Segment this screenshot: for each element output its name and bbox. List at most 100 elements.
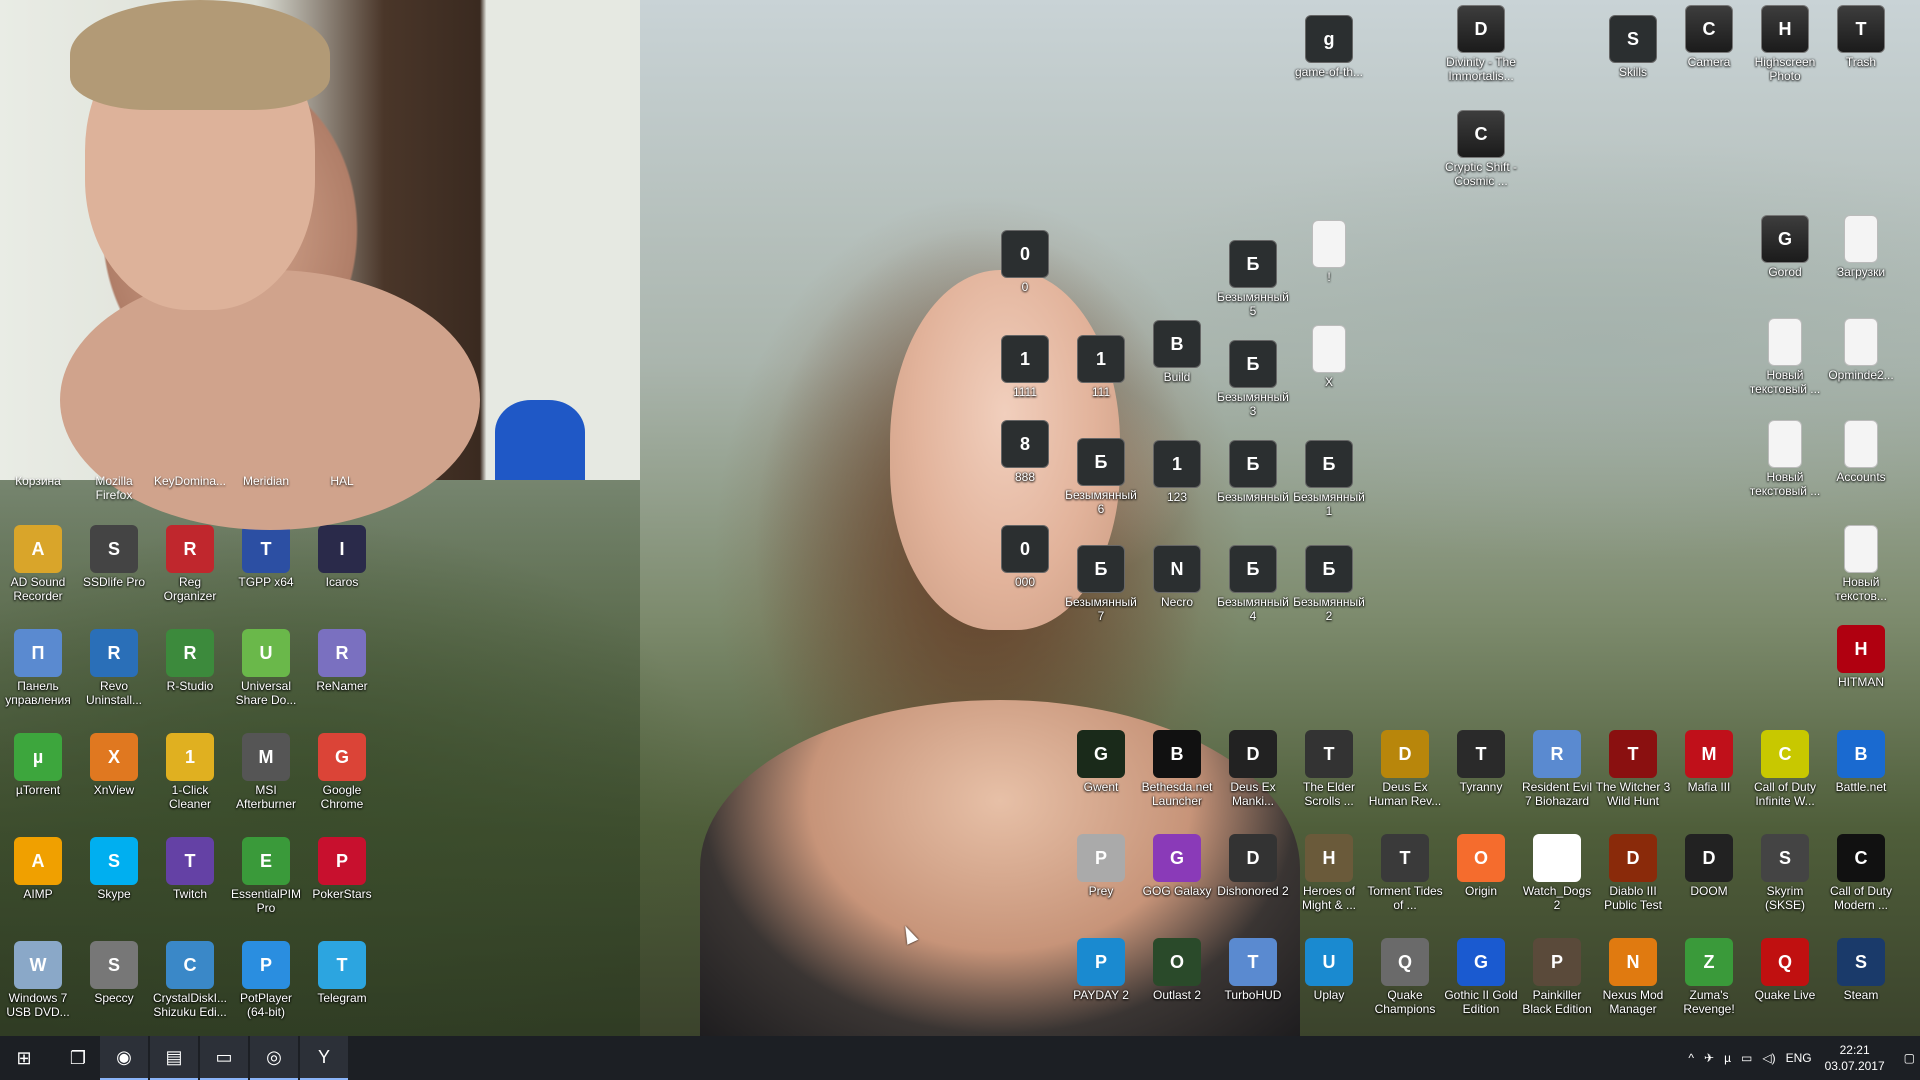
firefox-icon[interactable]: ◉ [100, 1036, 148, 1080]
desktop-icon[interactable]: T TGPP x64 [228, 525, 304, 589]
volume-icon[interactable]: ◁) [1762, 1051, 1775, 1065]
desktop-icon-label[interactable]: KeyDomina... [152, 474, 228, 488]
desktop-icon[interactable]: T Telegram [304, 941, 380, 1005]
desktop-icon[interactable]: C Cryptic Shift - Cosmic ... [1443, 110, 1519, 188]
desktop-icon[interactable]: Новый текстов... [1823, 525, 1899, 603]
yandex-icon[interactable]: Y [300, 1036, 348, 1080]
desktop-icon[interactable]: X XnView [76, 733, 152, 797]
desktop-icon[interactable]: C CrystalDiskI... Shizuku Edi... [152, 941, 228, 1019]
task-view-icon[interactable]: ❐ [54, 1036, 102, 1080]
desktop-icon[interactable]: 1 1111 [987, 335, 1063, 399]
desktop-icon[interactable]: D Divinity - The Immortalis... [1443, 5, 1519, 83]
desktop-icon[interactable]: T Twitch [152, 837, 228, 901]
desktop-icon[interactable]: D Dishonored 2 [1215, 834, 1291, 898]
action-center-icon[interactable]: ▢ [1904, 1051, 1915, 1065]
desktop-icon[interactable]: W Watch_Dogs 2 [1519, 834, 1595, 912]
desktop-icon[interactable]: U Universal Share Do... [228, 629, 304, 707]
desktop-icon[interactable]: R Resident Evil 7 Biohazard [1519, 730, 1595, 808]
desktop-icon[interactable]: G Gorod [1747, 215, 1823, 279]
desktop-icon[interactable]: M MSI Afterburner [228, 733, 304, 811]
desktop-icon[interactable]: T TurboHUD [1215, 938, 1291, 1002]
desktop-icon[interactable]: D Diablo III Public Test [1595, 834, 1671, 912]
desktop-icon[interactable]: I Icaros [304, 525, 380, 589]
desktop-icon-label[interactable]: Meridian [228, 474, 304, 488]
telegram-tray-icon[interactable]: ✈ [1704, 1051, 1714, 1065]
desktop-icon[interactable]: Opminde2... [1823, 318, 1899, 382]
desktop-icon[interactable]: Б Безымянный 7 [1063, 545, 1139, 623]
desktop-icon[interactable]: D DOOM [1671, 834, 1747, 898]
desktop-icon[interactable]: Б Безымянный 4 [1215, 545, 1291, 623]
desktop-icon[interactable]: T Tyranny [1443, 730, 1519, 794]
desktop-icon[interactable]: Z Zuma's Revenge! [1671, 938, 1747, 1016]
desktop-icon[interactable]: S SSDlife Pro [76, 525, 152, 589]
desktop-icon[interactable]: S Speccy [76, 941, 152, 1005]
obs-icon[interactable]: ◎ [250, 1036, 298, 1080]
desktop-icon[interactable]: P Painkiller Black Edition [1519, 938, 1595, 1016]
desktop-icon[interactable]: Б Безымянный [1215, 440, 1291, 504]
desktop-icon[interactable]: R Revo Uninstall... [76, 629, 152, 707]
desktop-icon[interactable]: Б Безымянный 1 [1291, 440, 1367, 518]
desktop-icon[interactable]: G Gothic II Gold Edition [1443, 938, 1519, 1016]
desktop-icon[interactable]: D Deus Ex Manki... [1215, 730, 1291, 808]
desktop-icon[interactable]: Новый текстовый ... [1747, 420, 1823, 498]
desktop-icon[interactable]: P PokerStars [304, 837, 380, 901]
desktop-icon[interactable]: U Uplay [1291, 938, 1367, 1002]
desktop-icon[interactable]: P Prey [1063, 834, 1139, 898]
desktop-icon[interactable]: O Origin [1443, 834, 1519, 898]
desktop-icon[interactable]: 1 123 [1139, 440, 1215, 504]
desktop-icon[interactable]: M Mafia III [1671, 730, 1747, 794]
desktop-icon[interactable]: H Heroes of Might & ... [1291, 834, 1367, 912]
desktop-icon[interactable]: A AIMP [0, 837, 76, 901]
desktop-icon-label[interactable]: Корзина [0, 474, 76, 488]
terminal-icon[interactable]: ▤ [150, 1036, 198, 1080]
desktop-icon[interactable]: T The Witcher 3 Wild Hunt [1595, 730, 1671, 808]
desktop-icon[interactable]: N Nexus Mod Manager [1595, 938, 1671, 1016]
desktop-icon[interactable]: g game-of-th... [1291, 15, 1367, 79]
desktop-icon[interactable]: µ µTorrent [0, 733, 76, 797]
file-explorer-icon[interactable]: ▭ [200, 1036, 248, 1080]
desktop-icon[interactable]: S Skills [1595, 15, 1671, 79]
desktop-icon[interactable]: X [1291, 325, 1367, 389]
clock[interactable]: 22:21 03.07.2017 [1825, 1042, 1885, 1074]
desktop-icon[interactable]: Б Безымянный 2 [1291, 545, 1367, 623]
desktop-icon[interactable]: Q Quake Champions [1367, 938, 1443, 1016]
desktop-icon[interactable]: H HITMAN [1823, 625, 1899, 689]
desktop-icon[interactable]: C Call of Duty Modern ... [1823, 834, 1899, 912]
desktop-icon[interactable]: ! [1291, 220, 1367, 284]
desktop-icon[interactable]: O Outlast 2 [1139, 938, 1215, 1002]
tray-chevron-icon[interactable]: ^ [1688, 1051, 1694, 1065]
desktop-icon[interactable]: R ReNamer [304, 629, 380, 693]
desktop-icon[interactable]: T The Elder Scrolls ... [1291, 730, 1367, 808]
desktop-icon[interactable]: S Skype [76, 837, 152, 901]
desktop-icon[interactable]: 0 000 [987, 525, 1063, 589]
windows-start-icon[interactable]: ⊞ [0, 1036, 48, 1080]
desktop-icon[interactable]: C Camera [1671, 5, 1747, 69]
desktop-icon[interactable]: R Reg Organizer [152, 525, 228, 603]
desktop-icon-label[interactable]: Mozilla Firefox [76, 474, 152, 502]
desktop-icon[interactable]: П Панель управления [0, 629, 76, 707]
network-icon[interactable]: ▭ [1741, 1051, 1752, 1065]
desktop-icon[interactable]: 8 888 [987, 420, 1063, 484]
desktop-icon-label[interactable]: HAL [304, 474, 380, 488]
desktop-icon[interactable]: Q Quake Live [1747, 938, 1823, 1002]
desktop-icon[interactable]: B Battle.net [1823, 730, 1899, 794]
desktop-icon[interactable]: B Bethesda.net Launcher [1139, 730, 1215, 808]
utorrent-tray-icon[interactable]: µ [1724, 1051, 1731, 1065]
desktop-icon[interactable]: W Windows 7 USB DVD... [0, 941, 76, 1019]
desktop-icon[interactable]: T Torment Tides of ... [1367, 834, 1443, 912]
desktop-icon[interactable]: Accounts [1823, 420, 1899, 484]
desktop-icon[interactable]: 1 1-Click Cleaner [152, 733, 228, 811]
desktop-icon[interactable]: Б Безымянный 6 [1063, 438, 1139, 516]
desktop-icon[interactable]: G Gwent [1063, 730, 1139, 794]
desktop-icon[interactable]: Загрузки [1823, 215, 1899, 279]
desktop-icon[interactable]: E EssentialPIM Pro [228, 837, 304, 915]
desktop-icon[interactable]: A AD Sound Recorder [0, 525, 76, 603]
desktop-icon[interactable]: P PotPlayer (64-bit) [228, 941, 304, 1019]
desktop-icon[interactable]: D Deus Ex Human Rev... [1367, 730, 1443, 808]
desktop-icon[interactable]: G GOG Galaxy [1139, 834, 1215, 898]
desktop-icon[interactable]: R R-Studio [152, 629, 228, 693]
desktop-icon[interactable]: P PAYDAY 2 [1063, 938, 1139, 1002]
desktop-icon[interactable]: G Google Chrome [304, 733, 380, 811]
desktop-icon[interactable]: S Skyrim (SKSE) [1747, 834, 1823, 912]
desktop-icon[interactable]: N Necro [1139, 545, 1215, 609]
